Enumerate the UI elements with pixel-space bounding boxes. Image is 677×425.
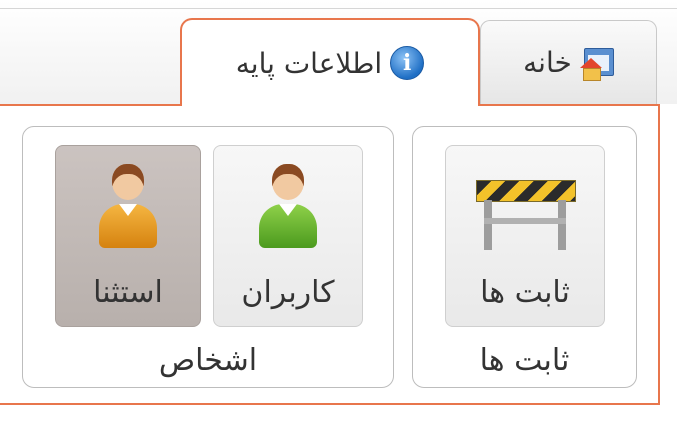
tab-base-info-label: اطلاعات پایه <box>235 46 383 80</box>
exception-button-label: استثنا <box>93 275 163 310</box>
ribbon: خانه i اطلاعات پایه ثابت ها ثابت ها کارب… <box>0 0 677 425</box>
home-window-icon <box>579 46 614 81</box>
user-orange-icon <box>97 162 159 252</box>
users-button-label: کاربران <box>241 275 335 310</box>
tab-strip-divider <box>0 8 677 9</box>
exception-button[interactable]: استثنا <box>55 145 201 327</box>
constants-button-label: ثابت ها <box>480 275 570 310</box>
tab-base-info[interactable]: i اطلاعات پایه <box>180 18 480 106</box>
info-icon: i <box>390 46 425 80</box>
group-people: کاربران استثنا اشخاص <box>22 126 394 388</box>
user-green-icon <box>257 162 319 252</box>
tab-home[interactable]: خانه <box>480 20 657 104</box>
tab-home-label: خانه <box>523 46 572 79</box>
constants-button[interactable]: ثابت ها <box>445 145 605 327</box>
group-constants-label: ثابت ها <box>479 343 570 378</box>
tab-panel: ثابت ها ثابت ها کاربران استثنا اشخاص <box>0 104 660 405</box>
group-people-label: اشخاص <box>158 343 258 378</box>
tab-strip: خانه i اطلاعات پایه <box>0 0 677 106</box>
users-button[interactable]: کاربران <box>213 145 363 327</box>
barrier-icon <box>476 174 576 252</box>
group-constants: ثابت ها ثابت ها <box>412 126 637 388</box>
